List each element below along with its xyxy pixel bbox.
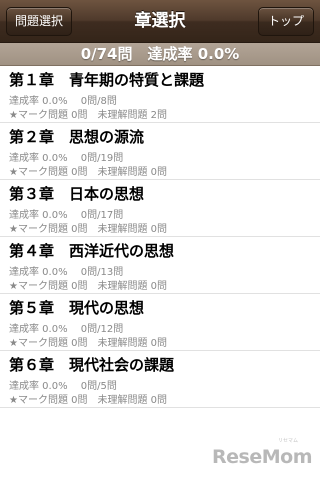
page-title: 章選択 (134, 11, 186, 31)
chapter-marks: ★マーク問題 0問 未理解問題 0問 (9, 167, 168, 178)
chapter-stats: 達成率 0.0% 0問/13問 (9, 267, 124, 278)
chapter-title: 第４章 西洋近代の思想 (9, 242, 175, 260)
chapter-stats: 達成率 0.0% 0問/5問 (9, 381, 117, 392)
chapter-marks: ★マーク問題 0問 未理解問題 0問 (9, 281, 168, 292)
watermark-subtext: リセマム (277, 438, 298, 444)
chapter-title: 第６章 現代社会の課題 (9, 356, 175, 374)
chapter-title: 第１章 青年期の特質と課題 (9, 71, 205, 89)
chapter-list: 第１章 青年期の特質と課題 達成率 0.0% 0問/8問 ★マーク問題 0問 未… (0, 66, 320, 408)
chapter-stats: 達成率 0.0% 0問/19問 (9, 153, 124, 164)
watermark-logo: ReseMom (212, 446, 312, 468)
chapter-marks: ★マーク問題 0問 未理解問題 2問 (9, 110, 168, 121)
chapter-title: 第２章 思想の源流 (9, 128, 145, 146)
chapter-marks: ★マーク問題 0問 未理解問題 0問 (9, 395, 168, 406)
chapter-row-6[interactable]: 第６章 現代社会の課題 達成率 0.0% 0問/5問 ★マーク問題 0問 未理解… (0, 351, 320, 408)
chapter-stats: 達成率 0.0% 0問/12問 (9, 324, 124, 335)
chapter-row-1[interactable]: 第１章 青年期の特質と課題 達成率 0.0% 0問/8問 ★マーク問題 0問 未… (0, 66, 320, 123)
top-button[interactable]: トップ (258, 7, 314, 36)
question-select-button[interactable]: 問題選択 (6, 7, 72, 36)
chapter-stats: 達成率 0.0% 0問/17問 (9, 210, 124, 221)
chapter-marks: ★マーク問題 0問 未理解問題 0問 (9, 224, 168, 235)
chapter-row-5[interactable]: 第５章 現代の思想 達成率 0.0% 0問/12問 ★マーク問題 0問 未理解問… (0, 294, 320, 351)
chapter-stats: 達成率 0.0% 0問/8問 (9, 96, 117, 107)
chapter-title: 第３章 日本の思想 (9, 185, 145, 203)
chapter-row-3[interactable]: 第３章 日本の思想 達成率 0.0% 0問/17問 ★マーク問題 0問 未理解問… (0, 180, 320, 237)
overall-progress-bar: 0/74問 達成率 0.0% (0, 43, 320, 66)
chapter-title: 第５章 現代の思想 (9, 299, 145, 317)
chapter-row-2[interactable]: 第２章 思想の源流 達成率 0.0% 0問/19問 ★マーク問題 0問 未理解問… (0, 123, 320, 180)
chapter-marks: ★マーク問題 0問 未理解問題 0問 (9, 338, 168, 349)
chapter-row-4[interactable]: 第４章 西洋近代の思想 達成率 0.0% 0問/13問 ★マーク問題 0問 未理… (0, 237, 320, 294)
navigation-bar: 問題選択 章選択 トップ (0, 0, 320, 43)
